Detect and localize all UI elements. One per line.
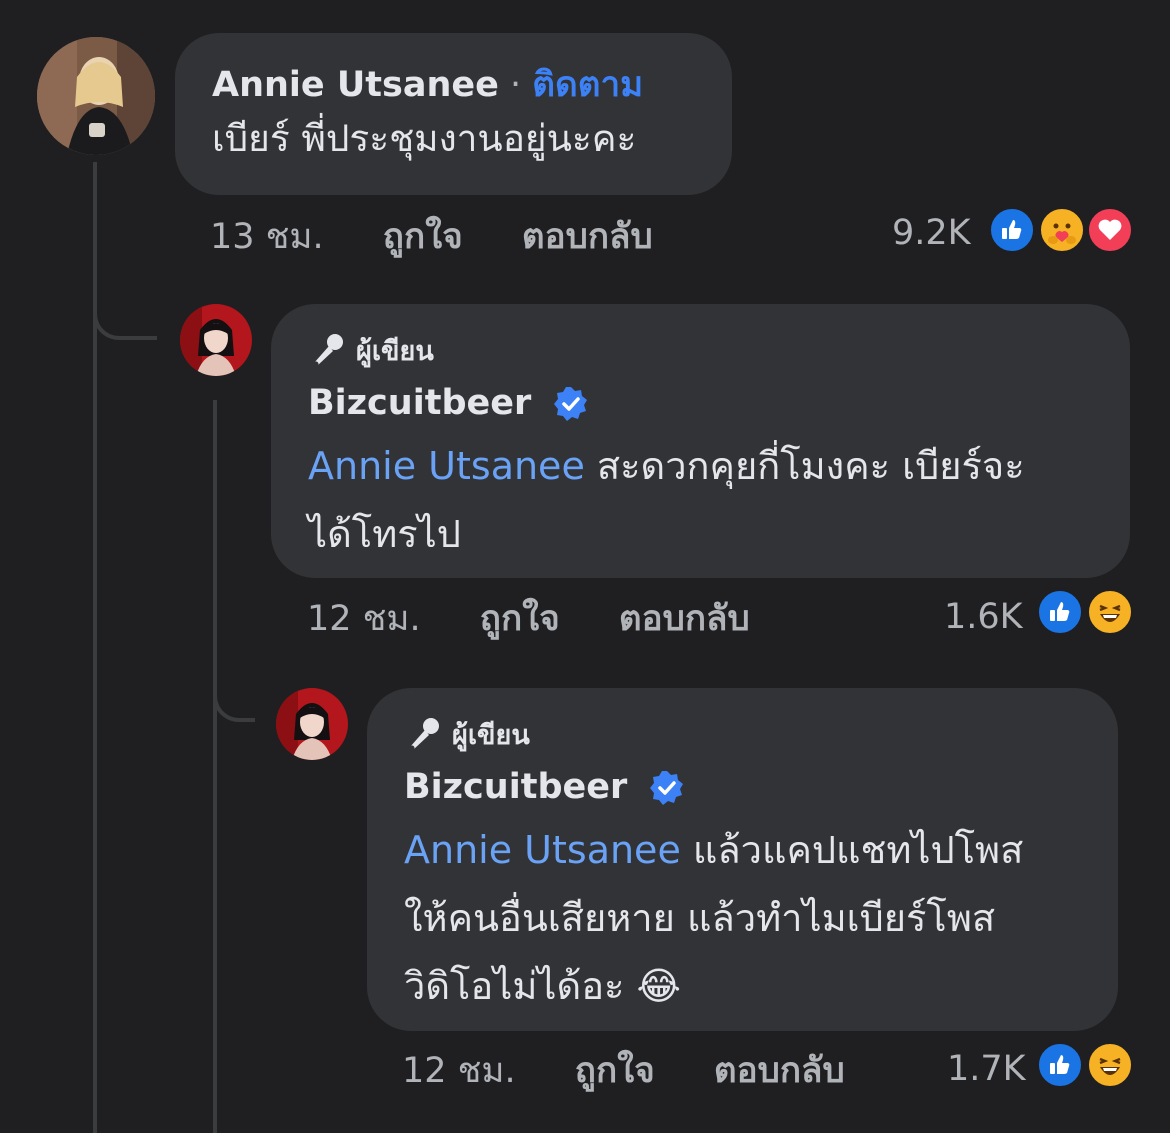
comment-text-line-1: สะดวกคุยกี่โมงคะ เบียร์จะ bbox=[584, 444, 1025, 488]
comment-bubble-bizcuitbeer-1: ผู้เขียน Bizcuitbeer Annie Utsanee สะดวก… bbox=[271, 304, 1130, 578]
reaction-icons-1[interactable] bbox=[988, 206, 1138, 258]
avatar-bizcuitbeer-photo bbox=[276, 688, 348, 760]
comment-meta-2: 12 ชม. ถูกใจ ตอบกลับ bbox=[307, 594, 750, 644]
comment-text: เบียร์ พี่ประชุมงานอยู่นะคะ bbox=[212, 117, 637, 160]
love-icon bbox=[1086, 206, 1134, 254]
like-icon bbox=[988, 206, 1036, 254]
mention-link[interactable]: Annie Utsanee bbox=[404, 828, 681, 872]
care-icon bbox=[1038, 206, 1086, 254]
comment-text: Annie Utsanee สะดวกคุยกี่โมงคะ เบียร์จะ … bbox=[308, 432, 1093, 568]
comment-timestamp[interactable]: 12 ชม. bbox=[307, 599, 421, 639]
mention-link[interactable]: Annie Utsanee bbox=[308, 444, 585, 488]
comment-bubble-annie: Annie Utsanee · ติดตาม เบียร์ พี่ประชุมง… bbox=[175, 33, 732, 195]
reaction-icons-2[interactable] bbox=[1036, 588, 1136, 640]
microphone-icon bbox=[409, 718, 439, 751]
thread-connector-reply-2 bbox=[213, 660, 255, 722]
reaction-icons-3[interactable] bbox=[1036, 1041, 1136, 1093]
like-button[interactable]: ถูกใจ bbox=[575, 1051, 655, 1091]
author-badge-label: ผู้เขียน bbox=[356, 335, 434, 367]
haha-icon bbox=[1086, 588, 1134, 636]
comment-timestamp[interactable]: 13 ชม. bbox=[210, 217, 324, 257]
avatar-annie[interactable] bbox=[37, 37, 155, 155]
comment-bubble-bizcuitbeer-2: ผู้เขียน Bizcuitbeer Annie Utsanee แล้วแ… bbox=[367, 688, 1118, 1031]
like-icon bbox=[1036, 588, 1084, 636]
reply-button[interactable]: ตอบกลับ bbox=[619, 599, 750, 639]
comment-text-line-3: วิดิโอไม่ได้อะ 😂 bbox=[404, 964, 681, 1008]
author-badge: ผู้เขียน bbox=[404, 714, 1081, 754]
verified-badge-icon bbox=[554, 387, 588, 421]
separator-dot: · bbox=[509, 65, 522, 105]
avatar-bizcuitbeer[interactable] bbox=[276, 688, 348, 760]
comment-text-line-1: แล้วแคปแชทไปโพส bbox=[680, 828, 1024, 872]
author-badge-label: ผู้เขียน bbox=[452, 719, 530, 751]
comment-author-name[interactable]: Bizcuitbeer bbox=[308, 383, 531, 423]
verified-badge-icon bbox=[650, 771, 684, 805]
comment-text: Annie Utsanee แล้วแคปแชทไปโพส ให้คนอื่นเ… bbox=[404, 816, 1081, 1020]
comment-text-line-2: ได้โทรไป bbox=[308, 512, 461, 556]
avatar-annie-photo bbox=[37, 37, 155, 155]
avatar-bizcuitbeer[interactable] bbox=[180, 304, 252, 376]
haha-icon bbox=[1086, 1041, 1134, 1089]
microphone-icon bbox=[313, 334, 343, 367]
reply-button[interactable]: ตอบกลับ bbox=[714, 1051, 845, 1091]
reaction-count[interactable]: 1.7K bbox=[947, 1044, 1026, 1094]
comment-timestamp[interactable]: 12 ชม. bbox=[402, 1051, 516, 1091]
author-badge: ผู้เขียน bbox=[308, 330, 1093, 370]
thread-line-reply bbox=[213, 400, 217, 1133]
reaction-count[interactable]: 9.2K bbox=[892, 208, 971, 258]
avatar-bizcuitbeer-photo bbox=[180, 304, 252, 376]
thread-connector-reply-1 bbox=[93, 280, 157, 340]
comment-author-name[interactable]: Bizcuitbeer bbox=[404, 767, 627, 807]
comment-text-line-2: ให้คนอื่นเสียหาย แล้วทำไมเบียร์โพส bbox=[404, 896, 996, 940]
comment-author-name[interactable]: Annie Utsanee bbox=[212, 65, 499, 105]
comment-meta-3: 12 ชม. ถูกใจ ตอบกลับ bbox=[402, 1046, 845, 1096]
follow-button[interactable]: ติดตาม bbox=[532, 65, 643, 105]
reply-button[interactable]: ตอบกลับ bbox=[522, 217, 653, 257]
like-icon bbox=[1036, 1041, 1084, 1089]
comment-meta-1: 13 ชม. ถูกใจ ตอบกลับ bbox=[210, 212, 653, 262]
like-button[interactable]: ถูกใจ bbox=[383, 217, 463, 257]
reaction-count[interactable]: 1.6K bbox=[944, 592, 1023, 642]
like-button[interactable]: ถูกใจ bbox=[480, 599, 560, 639]
